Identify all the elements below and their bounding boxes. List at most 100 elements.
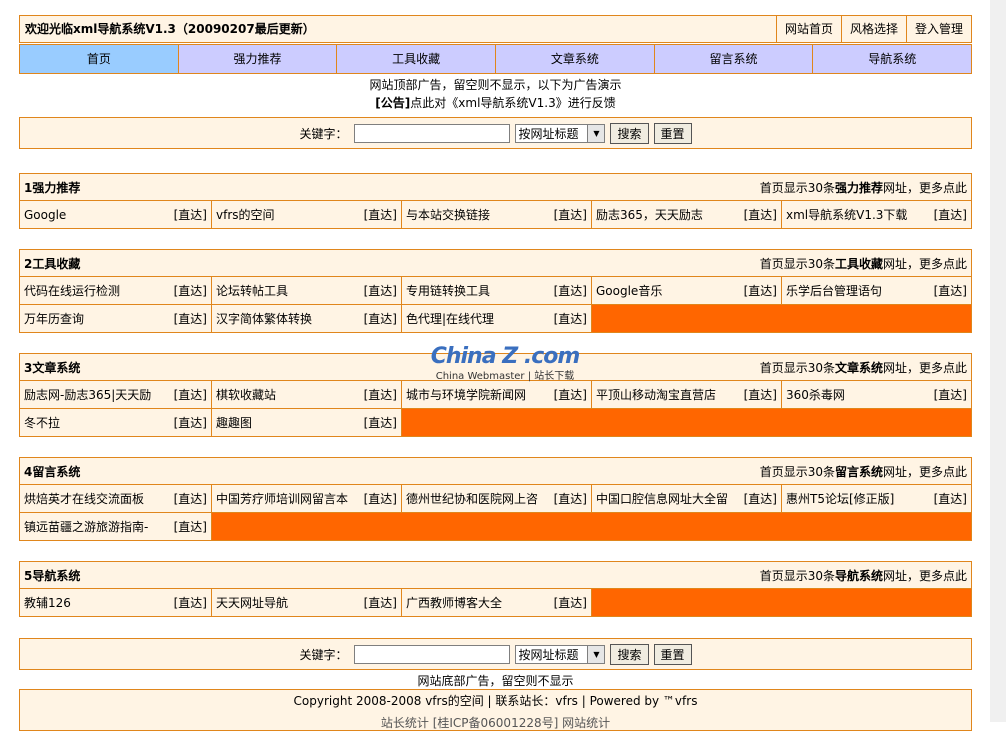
site-link[interactable]: 中国口腔信息网址大全留 [596,490,728,507]
site-link[interactable]: 教辅126 [24,594,71,611]
site-link[interactable]: 烘焙英才在线交流面板 [24,490,144,507]
direct-link[interactable]: [直达] [554,282,587,299]
site-link[interactable]: xml导航系统V1.3下载 [786,206,907,223]
direct-link[interactable]: [直达] [744,386,777,403]
reset-button[interactable]: 重置 [653,643,692,665]
direct-link[interactable]: [直达] [364,594,397,611]
direct-link[interactable]: [直达] [744,282,777,299]
chevron-down-icon[interactable]: ▼ [587,124,605,142]
direct-link[interactable]: [直达] [174,206,207,223]
direct-link[interactable]: [直达] [174,386,207,403]
direct-link[interactable]: [直达] [364,490,397,507]
direct-link[interactable]: [直达] [174,518,207,535]
site-link[interactable]: 镇远苗疆之游旅游指南- [24,518,148,535]
link-cell: 平顶山移动淘宝直营店 [直达] [591,381,781,408]
direct-link[interactable]: [直达] [744,206,777,223]
site-link[interactable]: 冬不拉 [24,414,60,431]
direct-link[interactable]: [直达] [364,282,397,299]
empty-filler [591,305,971,332]
site-link[interactable]: 城市与环境学院新闻网 [406,386,526,403]
tab-home[interactable]: 首页 [20,45,178,73]
section-title[interactable]: 3文章系统 [24,359,80,376]
login-link[interactable]: 登入管理 [905,16,971,42]
site-link[interactable]: 与本站交换链接 [406,206,490,223]
search-type-select[interactable]: 按网址标题 ▼ [515,123,606,143]
notice-text[interactable]: 点此对《xml导航系统V1.3》进行反馈 [410,96,615,110]
section-title[interactable]: 5导航系统 [24,567,80,584]
reset-button[interactable]: 重置 [653,122,692,144]
site-link[interactable]: 360杀毒网 [786,386,845,403]
section-more-link[interactable]: 首页显示30条导航系统网址，更多点此 [760,567,967,584]
vertical-scrollbar[interactable] [990,0,1006,722]
section-title[interactable]: 4留言系统 [24,463,80,480]
section-name: 留言系统 [834,464,883,479]
section-name: 文章系统 [834,360,883,375]
site-link[interactable]: Google音乐 [596,282,662,299]
tab-recommend[interactable]: 强力推荐 [177,45,337,73]
site-link[interactable]: 平顶山移动淘宝直营店 [596,386,716,403]
search-button[interactable]: 搜索 [610,643,649,665]
site-link[interactable]: 代码在线运行检测 [24,282,120,299]
direct-link[interactable]: [直达] [934,490,967,507]
section-more-link[interactable]: 首页显示30条留言系统网址，更多点此 [760,463,967,480]
site-link[interactable]: vfrs的空间 [216,206,275,223]
site-link[interactable]: 惠州T5论坛[修正版] [786,490,894,507]
site-link[interactable]: 棋软收藏站 [216,386,276,403]
section-more-link[interactable]: 首页显示30条工具收藏网址，更多点此 [760,255,967,272]
style-select-link[interactable]: 风格选择 [840,16,906,42]
site-link[interactable]: 广西教师博客大全 [406,594,502,611]
tab-tools[interactable]: 工具收藏 [336,45,496,73]
site-link[interactable]: 德州世纪协和医院网上咨 [406,490,538,507]
site-link[interactable]: 专用链转换工具 [406,282,490,299]
direct-link[interactable]: [直达] [364,386,397,403]
more-prefix: 首页显示30条 [759,568,835,583]
direct-link[interactable]: [直达] [174,414,207,431]
site-link[interactable]: 色代理|在线代理 [406,310,494,327]
section-more-link[interactable]: 首页显示30条强力推荐网址，更多点此 [760,179,967,196]
direct-link[interactable]: [直达] [554,594,587,611]
tab-guestbook[interactable]: 留言系统 [653,45,813,73]
notice[interactable]: [公告]点此对《xml导航系统V1.3》进行反馈 [19,94,972,112]
search-input[interactable] [354,123,511,143]
search-input[interactable] [354,644,511,664]
direct-link[interactable]: [直达] [554,490,587,507]
section-more-link[interactable]: 首页显示30条文章系统网址，更多点此 [760,359,967,376]
direct-link[interactable]: [直达] [174,282,207,299]
direct-link[interactable]: [直达] [744,490,777,507]
home-link[interactable]: 网站首页 [775,16,841,42]
site-link[interactable]: 励志网-励志365|天天励 [24,386,151,403]
chevron-down-icon[interactable]: ▼ [587,645,605,663]
direct-link[interactable]: [直达] [174,490,207,507]
direct-link[interactable]: [直达] [364,206,397,223]
site-link[interactable]: 乐学后台管理语句 [786,282,882,299]
search-type-select[interactable]: 按网址标题 ▼ [515,644,606,664]
site-link[interactable]: 天天网址导航 [216,594,288,611]
site-link[interactable]: 中国芳疗师培训网留言本 [216,490,348,507]
direct-link[interactable]: [直达] [934,386,967,403]
tab-navigation[interactable]: 导航系统 [812,45,972,73]
direct-link[interactable]: [直达] [934,282,967,299]
link-cell: 冬不拉 [直达] [20,409,211,436]
direct-link[interactable]: [直达] [554,206,587,223]
direct-link[interactable]: [直达] [364,310,397,327]
direct-link[interactable]: [直达] [934,206,967,223]
tab-articles[interactable]: 文章系统 [495,45,654,73]
site-link[interactable]: 论坛转帖工具 [216,282,288,299]
section-title[interactable]: 2工具收藏 [24,255,80,272]
direct-link[interactable]: [直达] [364,414,397,431]
link-row: 万年历查询 [直达] 汉字简体繁体转换 [直达] 色代理|在线代理 [直达] [20,305,971,332]
search-button[interactable]: 搜索 [610,122,649,144]
site-link[interactable]: 励志365，天天励志 [596,206,703,223]
section-title[interactable]: 1强力推荐 [24,179,80,196]
direct-link[interactable]: [直达] [174,310,207,327]
stats[interactable]: 站长统计 [桂ICP备06001228号] 网站统计 [20,712,971,734]
link-row: 烘焙英才在线交流面板 [直达] 中国芳疗师培训网留言本 [直达] 德州世纪协和医院网上咨… [20,485,971,513]
site-link[interactable]: 万年历查询 [24,310,84,327]
direct-link[interactable]: [直达] [554,386,587,403]
site-link[interactable]: 汉字简体繁体转换 [216,310,312,327]
direct-link[interactable]: [直达] [174,594,207,611]
site-link[interactable]: Google [24,208,66,222]
direct-link[interactable]: [直达] [554,310,587,327]
more-prefix: 首页显示30条 [759,360,835,375]
site-link[interactable]: 趣趣图 [216,414,252,431]
